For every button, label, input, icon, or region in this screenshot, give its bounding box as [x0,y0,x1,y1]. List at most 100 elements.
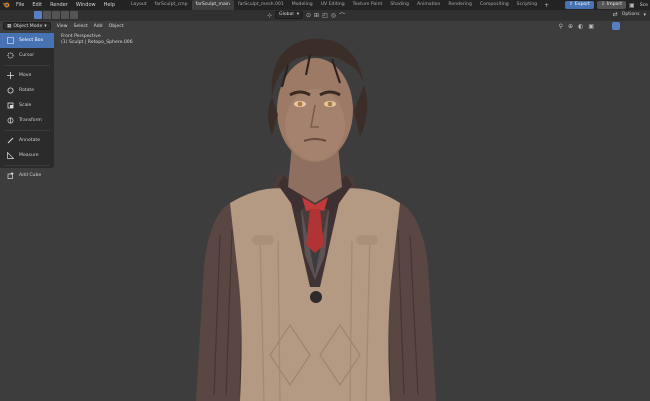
tool-shelf: Select Box Cursor Move Rotate Scale Tran… [0,33,54,179]
pivot-icon[interactable]: ⊙ [306,12,311,19]
tool-move[interactable]: Move [0,68,54,83]
header-right: ⇄ Options ▾ [613,11,646,18]
tab-farsculpt-main[interactable]: farSculpt_main [191,0,234,10]
snap-icon[interactable]: ⊞ [314,12,319,19]
menu-help[interactable]: Help [100,0,119,10]
solid-shading-icon[interactable] [612,22,620,30]
tool-annotate[interactable]: Annotate [0,133,54,148]
workspace-tabs: Layout farSculpt_cmp farSculpt_main farS… [127,0,552,10]
scale-icon [6,102,14,110]
select-invert-icon[interactable] [61,11,69,19]
menu-select[interactable]: Select [74,24,88,29]
character-sculpt-model[interactable] [160,25,470,401]
rendered-shading-icon[interactable] [638,22,646,30]
add-cube-icon [6,172,14,180]
chevron-down-icon: ▾ [296,12,299,17]
proportional-falloff-icon[interactable]: ⌒ [339,11,345,20]
chevron-down-icon: ▾ [643,11,646,18]
object-mode-icon: ▦ [7,23,12,29]
select-subtract-icon[interactable] [52,11,60,19]
options-menu[interactable]: Options [622,12,640,17]
snap-target-icon[interactable]: ◰ [322,12,328,19]
top-right-controls: ⇪ Export ⇩ Import ▣ Sce [565,0,650,10]
top-menu-bar: File Edit Render Window Help Layout farS… [0,0,650,10]
menu-object[interactable]: Object [109,24,124,29]
wireframe-shading-icon[interactable] [599,22,607,30]
export-label: Export [574,2,590,7]
menu-add[interactable]: Add [94,24,103,29]
scene-icon[interactable]: ▣ [629,2,635,9]
tab-scripting[interactable]: Scripting [513,0,541,10]
object-info: (1) Sculpt | Retopo_Sphere.006 [61,40,133,45]
tool-add-cube[interactable]: Add Cube [0,168,54,183]
mode-dropdown[interactable]: ▦ Object Mode ▾ [3,22,51,30]
import-button[interactable]: ⇩ Import [596,1,627,9]
material-shading-icon[interactable] [625,22,633,30]
tool-measure[interactable]: Measure [0,148,54,163]
gizmo-icon[interactable]: ⊕ [568,23,573,30]
tool-label: Transform [19,118,42,123]
tool-transform[interactable]: Transform [0,113,54,128]
mode-label: Object Mode [13,23,43,29]
overlay-icon[interactable]: ◐ [578,23,583,30]
proportional-edit-icon[interactable]: ◎ [331,12,336,19]
viewport-info: Front Perspective (1) Sculpt | Retopo_Sp… [61,34,133,46]
viewport-display-controls: ⚲ ⊕ ◐ ▣ [559,22,646,30]
toolbar-divider [4,165,50,166]
move-icon [6,72,14,80]
tool-scale[interactable]: Scale [0,98,54,113]
annotate-icon [6,137,14,145]
xray-icon[interactable]: ▣ [588,23,594,30]
tool-label: Add Cube [19,173,42,178]
tab-farsculpt-mesh[interactable]: farSculpt_mesh.001 [234,0,288,10]
tab-texture-paint[interactable]: Texture Paint [349,0,387,10]
tool-cursor[interactable]: Cursor [0,48,54,63]
tool-label: Scale [19,103,32,108]
tab-layout[interactable]: Layout [127,0,151,10]
scene-selector[interactable]: Sce [638,3,648,8]
export-button[interactable]: ⇪ Export [565,1,594,9]
transform-orientation-group: ⊹ Global ▾ ⊙ ⊞ ◰ ◎ ⌒ [267,11,345,20]
tab-shading[interactable]: Shading [386,0,413,10]
transform-affect-icon[interactable]: ⇄ [613,11,618,18]
measure-icon [6,152,14,160]
viewport-header: ⊹ Global ▾ ⊙ ⊞ ◰ ◎ ⌒ ⇄ Options ▾ [0,10,650,21]
tool-select-box[interactable]: Select Box [0,33,54,48]
menu-render[interactable]: Render [46,0,72,10]
tab-rendering[interactable]: Rendering [444,0,475,10]
orientation-axes-icon: ⊹ [267,11,273,19]
menu-window[interactable]: Window [72,0,100,10]
import-icon: ⇩ [600,2,605,7]
visibility-icon[interactable]: ⚲ [559,23,563,30]
cursor-icon [6,52,14,60]
menu-view[interactable]: View [57,24,68,29]
selection-mode-icons [34,11,78,19]
rotate-icon [6,87,14,95]
menu-file[interactable]: File [12,0,28,10]
tab-modeling[interactable]: Modeling [288,0,317,10]
tab-compositing[interactable]: Compositing [476,0,513,10]
tool-label: Annotate [19,138,41,143]
tab-animation[interactable]: Animation [413,0,444,10]
menu-edit[interactable]: Edit [28,0,46,10]
tool-label: Move [19,73,32,78]
tool-label: Measure [19,153,39,158]
tab-farsculpt-cmp[interactable]: farSculpt_cmp [151,0,192,10]
import-label: Import [606,2,623,7]
orientation-label: Global [279,12,294,17]
toolbar-divider [4,65,50,66]
tool-label: Select Box [19,38,44,43]
tool-label: Rotate [19,88,35,93]
add-workspace-icon[interactable]: + [541,2,552,9]
tool-label: Cursor [19,53,35,58]
export-icon: ⇪ [569,2,573,7]
toolbar-divider [4,130,50,131]
select-extend-icon[interactable] [43,11,51,19]
transform-icon [6,117,14,125]
tool-rotate[interactable]: Rotate [0,83,54,98]
select-new-icon[interactable] [34,11,42,19]
tab-uv-editing[interactable]: UV Editing [317,0,349,10]
select-intersect-icon[interactable] [70,11,78,19]
blender-logo-icon[interactable] [0,0,12,10]
orientation-dropdown[interactable]: Global ▾ [275,11,303,19]
